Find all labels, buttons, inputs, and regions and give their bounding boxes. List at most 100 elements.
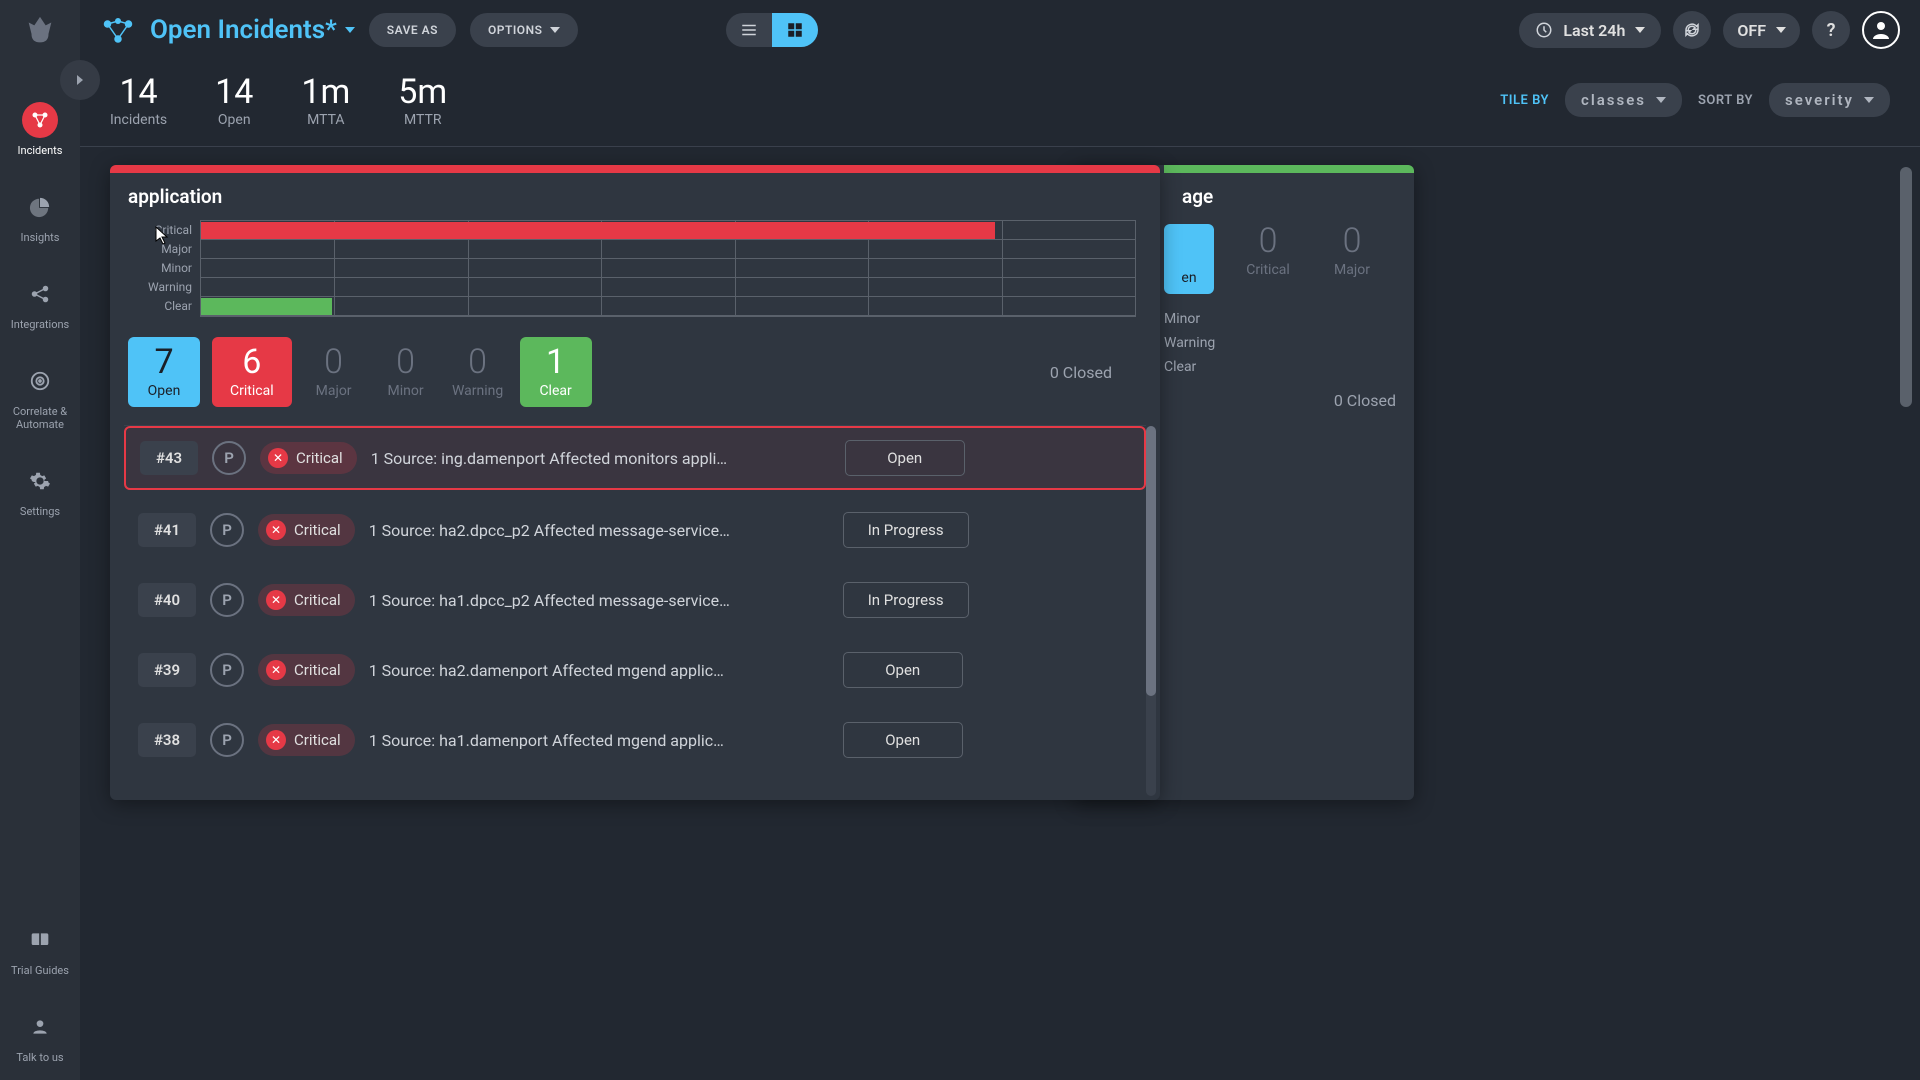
close-icon: ✕ [266, 730, 286, 750]
close-icon: ✕ [266, 660, 286, 680]
help-button[interactable]: ? [1812, 11, 1850, 49]
sidebar-item-integrations[interactable]: Integrations [0, 260, 80, 347]
severity-major[interactable]: 0 Major [1322, 224, 1382, 294]
incident-owner-badge[interactable]: P [212, 441, 246, 475]
incident-row[interactable]: #40P✕Critical1 Source: ha1.dpcc_p2 Affec… [124, 570, 1146, 630]
sidebar-item-label: Correlate &Automate [13, 405, 67, 431]
incident-owner-badge[interactable]: P [210, 583, 244, 617]
severity-minor[interactable]: 0 Minor [376, 345, 436, 399]
time-range-selector[interactable]: Last 24h [1519, 13, 1661, 48]
incident-row[interactable]: #39P✕Critical1 Source: ha2.damenport Aff… [124, 640, 1146, 700]
severity-list-item: Clear [1164, 356, 1414, 380]
clock-icon [1535, 21, 1553, 39]
severity-label: Warning [448, 383, 508, 399]
tile-severity-bar [110, 165, 1160, 173]
severity-clear-tile[interactable]: 1 Clear [520, 337, 592, 407]
page-title-dropdown[interactable]: Open Incidents* [150, 15, 355, 45]
incident-status-button[interactable]: Open [845, 440, 965, 476]
stat-value: 14 [110, 72, 167, 112]
severity-text: Critical [294, 731, 341, 749]
incident-owner-badge[interactable]: P [210, 513, 244, 547]
severity-critical-tile[interactable]: 6 Critical [212, 337, 292, 407]
stat-value: 5m [398, 72, 447, 112]
severity-value: 0 [304, 345, 364, 379]
severity-open-tile[interactable]: 7 Open [128, 337, 200, 407]
save-as-button[interactable]: SAVE AS [369, 13, 456, 47]
options-label: OPTIONS [488, 23, 542, 37]
timeline-bar [201, 298, 332, 315]
sidebar-item-talk-to-us[interactable]: Talk to us [0, 993, 80, 1080]
scrollbar-thumb[interactable] [1146, 426, 1156, 696]
sort-by-label: SORT BY [1698, 93, 1753, 108]
incident-status-button[interactable]: In Progress [843, 582, 969, 618]
incident-severity-badge: ✕ Critical [258, 724, 355, 756]
sidebar-expand-button[interactable] [60, 60, 100, 100]
severity-value: 1 [538, 345, 574, 379]
severity-text: Critical [296, 449, 343, 467]
closed-count: 0 Closed [1164, 383, 1414, 418]
brand-logo-icon [23, 14, 57, 48]
incidents-icon [22, 102, 58, 138]
sidebar-item-insights[interactable]: Insights [0, 173, 80, 260]
severity-label: Minor [376, 383, 436, 399]
incident-id[interactable]: #40 [138, 583, 196, 617]
chevron-down-icon [550, 27, 560, 33]
tile-view-button[interactable] [772, 13, 818, 47]
content-area: application CriticalMajorMinorWarningCle… [80, 147, 1920, 1080]
tile-title-partial: age [1182, 185, 1213, 208]
timeline-row [201, 259, 1135, 278]
incident-id[interactable]: #41 [138, 513, 196, 547]
incident-row[interactable]: #43P✕Critical1 Source: ing.damenport Aff… [124, 426, 1146, 490]
auto-refresh-label: OFF [1737, 21, 1766, 40]
stat-mtta: 1m MTTA [301, 72, 350, 128]
book-icon [22, 922, 58, 958]
severity-value: 6 [230, 345, 274, 379]
severity-critical[interactable]: 0 Critical [1238, 224, 1298, 294]
severity-value: 0 [1238, 224, 1298, 258]
sidebar-item-incidents[interactable]: Incidents [0, 86, 80, 173]
stat-label: Open [215, 112, 253, 128]
incident-status-button[interactable]: Open [843, 722, 963, 758]
incident-id[interactable]: #39 [138, 653, 196, 687]
gear-icon [22, 463, 58, 499]
list-view-button[interactable] [726, 13, 772, 47]
severity-open-tile-partial[interactable]: 0 en [1164, 224, 1214, 294]
sidebar-item-label: Integrations [11, 318, 69, 331]
sidebar-item-correlate[interactable]: Correlate &Automate [0, 347, 80, 447]
severity-warning[interactable]: 0 Warning [448, 345, 508, 399]
incident-status-button[interactable]: In Progress [843, 512, 969, 548]
sidebar-item-trial-guides[interactable]: Trial Guides [0, 906, 80, 993]
incident-id[interactable]: #38 [138, 723, 196, 757]
incident-row[interactable]: #41 P ✕Critical 1 Source: ha2.dpcc_p2 Affec… [124, 500, 1146, 560]
timeline-row [201, 240, 1135, 259]
incidents-scrollbar[interactable] [1146, 426, 1156, 796]
chevron-down-icon [345, 27, 355, 33]
incident-status-button[interactable]: Open [843, 652, 963, 688]
severity-list-item: Minor [1164, 308, 1414, 332]
auto-refresh-toggle[interactable]: OFF [1723, 13, 1800, 48]
severity-major[interactable]: 0 Major [304, 345, 364, 399]
incident-row[interactable]: #38 P ✕ Critical 1 Source: ha1.damenport Aff… [124, 710, 1146, 770]
incident-description: 1 Source: ha2.dpcc_p2 Affected message-s… [369, 521, 829, 540]
stat-label: Incidents [110, 112, 167, 128]
sidebar-item-settings[interactable]: Settings [0, 447, 80, 534]
incident-description: 1 Source: ha1.dpcc_p2 Affected message-s… [369, 591, 829, 610]
incident-severity-badge: ✕Critical [258, 514, 355, 546]
tile-by-selector[interactable]: classes [1565, 83, 1682, 117]
options-button[interactable]: OPTIONS [470, 13, 578, 47]
incident-description: 1 Source: ing.damenport Affected monitor… [371, 449, 831, 468]
integrations-icon [22, 276, 58, 312]
sort-by-selector[interactable]: severity [1769, 83, 1890, 117]
support-icon [22, 1009, 58, 1045]
incident-owner-badge[interactable]: P [210, 723, 244, 757]
content-scrollbar[interactable] [1900, 167, 1912, 407]
incident-description: 1 Source: ha1.damenport Affected mgend a… [369, 731, 829, 750]
refresh-button[interactable] [1673, 11, 1711, 49]
incident-id[interactable]: #43 [140, 441, 198, 475]
scrollbar-thumb[interactable] [1900, 167, 1912, 407]
sidebar-item-label: Insights [21, 231, 60, 244]
severity-summary-row: 7 Open 6 Critical 0 Major 0 [110, 327, 1160, 425]
user-avatar[interactable] [1862, 11, 1900, 49]
incident-owner-badge[interactable]: P [210, 653, 244, 687]
severity-text: Critical [294, 661, 341, 679]
